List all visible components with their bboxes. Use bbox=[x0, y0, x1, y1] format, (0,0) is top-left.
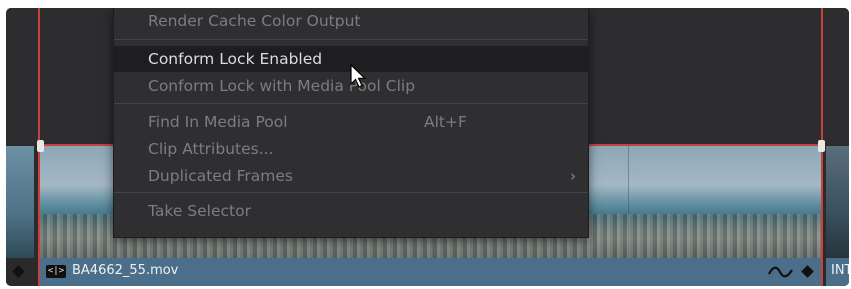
menu-item-find-in-media-pool[interactable]: Find In Media Pool Alt+F bbox=[114, 109, 588, 135]
menu-item-label: Duplicated Frames bbox=[148, 167, 293, 185]
clip-name-bar[interactable]: <|> BA4662_55.mov bbox=[38, 258, 823, 286]
selection-edge-left bbox=[38, 8, 40, 258]
menu-item-clip-attributes[interactable]: Clip Attributes... bbox=[114, 136, 588, 162]
menu-item-take-selector[interactable]: Take Selector bbox=[114, 198, 588, 224]
menu-item-render-cache-color-output[interactable]: Render Cache Color Output bbox=[114, 8, 588, 34]
menu-item-label: Render Cache Color Output bbox=[148, 12, 361, 30]
video-clip-icon: <|> bbox=[46, 265, 66, 278]
shortcut-label: Alt+F bbox=[424, 113, 467, 131]
next-clip-thumbnail[interactable] bbox=[826, 146, 849, 258]
menu-item-label: Find In Media Pool bbox=[148, 113, 288, 131]
menu-item-label: Conform Lock with Media Pool Clip bbox=[148, 77, 416, 95]
menu-item-label: Conform Lock Enabled bbox=[148, 50, 323, 68]
menu-item-duplicated-frames[interactable]: Duplicated Frames › bbox=[114, 163, 588, 189]
selection-edge-right bbox=[821, 8, 823, 258]
trim-handle-left[interactable] bbox=[37, 140, 44, 152]
clip-name: BA4662_55.mov bbox=[72, 263, 179, 278]
clip-context-menu: Render Cache Color Output Conform Lock E… bbox=[113, 8, 589, 238]
menu-separator bbox=[114, 103, 588, 104]
next-clip-name: INT bbox=[831, 263, 849, 278]
menu-item-label: Take Selector bbox=[148, 202, 251, 220]
chevron-right-icon: › bbox=[570, 167, 576, 185]
menu-separator bbox=[114, 39, 588, 40]
timeline-panel: <|> BA4662_55.mov INT Render Cache Color… bbox=[6, 8, 849, 286]
keyframe-diamond-icon[interactable] bbox=[801, 265, 814, 278]
menu-separator bbox=[114, 192, 588, 193]
menu-item-label: Clip Attributes... bbox=[148, 140, 274, 158]
trim-handle-right[interactable] bbox=[818, 140, 825, 152]
previous-clip-thumbnail[interactable] bbox=[6, 146, 34, 258]
keyframe-diamond-icon[interactable] bbox=[12, 265, 25, 278]
mouse-cursor-icon bbox=[350, 64, 367, 88]
curve-icon[interactable] bbox=[768, 264, 794, 280]
